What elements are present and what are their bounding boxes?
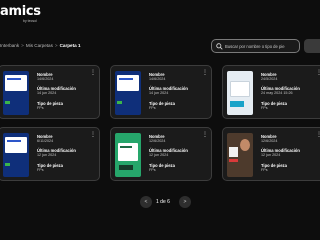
name-value: 12/6/2024 (149, 139, 166, 143)
header-action-button[interactable] (304, 39, 320, 53)
more-options-icon[interactable]: ⋮ (90, 132, 96, 138)
modified-value: 12 jun 2024 (149, 153, 169, 157)
file-card[interactable]: Nombre 24/5/2024 Última modificación 24 … (222, 65, 320, 119)
breadcrumb-item-mis-carpetas[interactable]: Mis Carpetas (26, 43, 53, 48)
file-thumbnail (115, 71, 141, 115)
modified-value: 14 jun 2024 (149, 91, 169, 95)
file-thumbnail (3, 71, 29, 115)
file-card[interactable]: Nombre 12/6/2024 Última modificación 12 … (110, 127, 212, 181)
more-options-icon[interactable]: ⋮ (202, 70, 208, 76)
type-value: FPs (37, 106, 44, 110)
brand-logo-subtext: by tecsol (23, 19, 37, 23)
brand-logo[interactable]: amics (0, 4, 41, 19)
breadcrumb-separator: > (54, 43, 58, 48)
type-value: FPs (261, 168, 268, 172)
file-thumbnail (3, 133, 29, 177)
more-options-icon[interactable]: ⋮ (202, 132, 208, 138)
file-card[interactable]: Nombre 6/11/2024 Última modificación 12 … (0, 127, 100, 181)
file-thumbnail (227, 133, 253, 177)
modified-value: 12 jun 2024 (37, 153, 57, 157)
type-value: FPs (149, 106, 156, 110)
page-indicator: 1 de 6 (156, 199, 170, 205)
search-input[interactable] (225, 42, 297, 51)
breadcrumb-separator: > (21, 43, 24, 48)
next-page-button[interactable]: > (179, 196, 191, 208)
file-card[interactable]: Nombre 12/6/2024 Última modificación 12 … (222, 127, 320, 181)
type-value: FPs (261, 106, 268, 110)
more-options-icon[interactable]: ⋮ (316, 132, 320, 138)
name-value: 12/6/2024 (261, 139, 278, 143)
breadcrumb-item-interbank[interactable]: Interbank (0, 43, 19, 48)
type-value: FPs (149, 168, 156, 172)
previous-page-button[interactable]: < (140, 196, 152, 208)
file-card[interactable]: Nombre 14/6/2024 Última modificación 14 … (0, 65, 100, 119)
modified-value: 24 may 2024 15:26 (261, 91, 293, 95)
app-header: amics by tecsol (0, 0, 320, 26)
breadcrumb: Interbank > Mis Carpetas > Carpeta 1 (0, 43, 81, 48)
pagination: < 1 de 6 > (140, 196, 192, 208)
search-box[interactable] (211, 39, 300, 53)
search-icon (216, 43, 223, 50)
type-value: FPs (37, 168, 44, 172)
modified-value: 12 jun 2024 (261, 153, 281, 157)
modified-value: 14 jun 2024 (37, 91, 57, 95)
name-value: 6/11/2024 (37, 139, 54, 143)
name-value: 14/6/2024 (149, 77, 166, 81)
breadcrumb-item-current: Carpeta 1 (59, 43, 81, 48)
more-options-icon[interactable]: ⋮ (90, 70, 96, 76)
file-card[interactable]: Nombre 14/6/2024 Última modificación 14 … (110, 65, 212, 119)
file-thumbnail (227, 71, 253, 115)
file-thumbnail (115, 133, 141, 177)
name-value: 24/5/2024 (261, 77, 278, 81)
more-options-icon[interactable]: ⋮ (316, 70, 320, 76)
name-value: 14/6/2024 (37, 77, 54, 81)
